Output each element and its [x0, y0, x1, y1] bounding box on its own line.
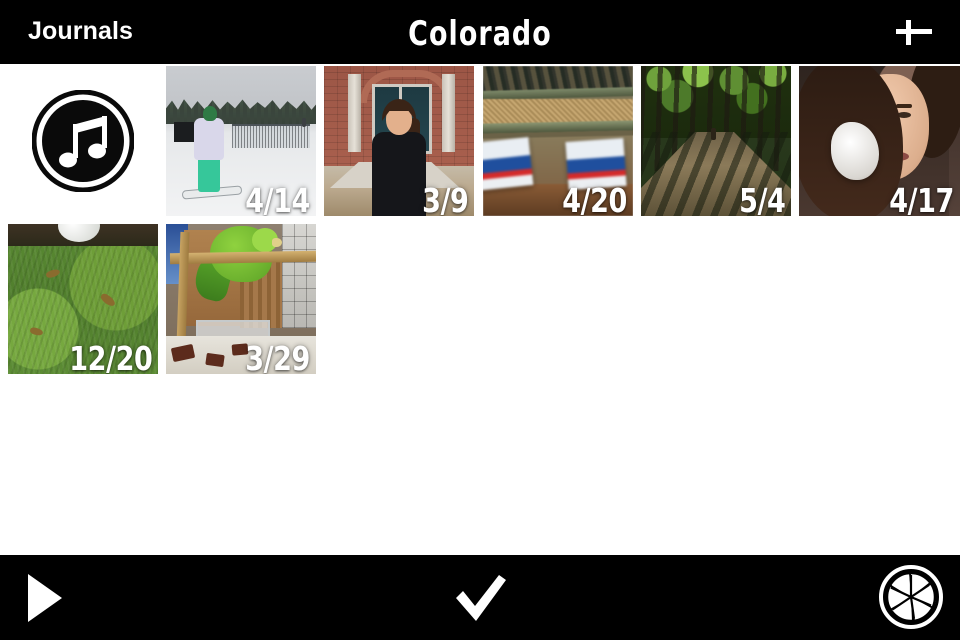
camera-aperture-icon: [879, 565, 943, 629]
add-entry-button[interactable]: [890, 8, 938, 56]
entry-date: 4/14: [245, 181, 310, 217]
bottom-toolbar: [0, 555, 960, 640]
camera-button[interactable]: [878, 564, 944, 630]
journal-entry-grid: 4/14 3/9 4/20 5/4 4/17 12/20 3/29: [0, 64, 960, 555]
grid-item-photo-4[interactable]: 5/4: [641, 66, 791, 216]
grid-item-photo-1[interactable]: 4/14: [166, 66, 316, 216]
play-button[interactable]: [26, 571, 72, 625]
grid-item-photo-7[interactable]: 3/29: [166, 224, 316, 374]
grid-item-photo-5[interactable]: 4/17: [799, 66, 960, 216]
grid-item-audio[interactable]: [8, 66, 158, 216]
page-title: Colorado: [408, 14, 552, 54]
entry-date: 3/29: [245, 339, 310, 375]
entry-date: 4/17: [889, 181, 954, 217]
top-navigation-bar: Journals Colorado: [0, 0, 960, 64]
entry-date: 5/4: [738, 181, 786, 217]
entry-date: 3/9: [421, 181, 469, 217]
done-button[interactable]: [450, 573, 512, 625]
grid-item-photo-3[interactable]: 4/20: [483, 66, 633, 216]
entry-date: 12/20: [68, 339, 153, 375]
music-note-icon: [31, 89, 135, 193]
checkmark-icon: [456, 575, 506, 621]
entry-date: 4/20: [562, 181, 627, 217]
grid-item-photo-2[interactable]: 3/9: [324, 66, 474, 216]
grid-item-photo-6[interactable]: 12/20: [8, 224, 158, 374]
